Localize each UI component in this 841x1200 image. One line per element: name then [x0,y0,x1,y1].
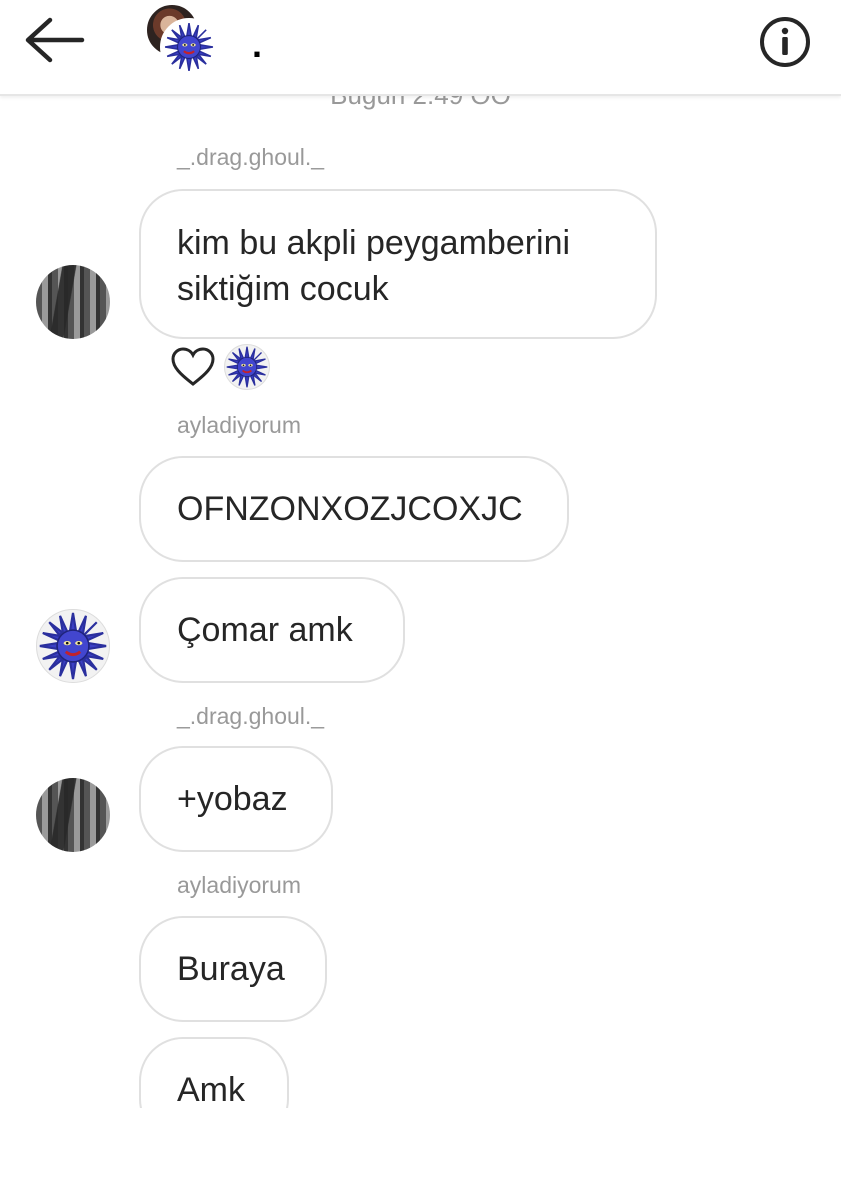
message-bubble[interactable]: Buraya [139,916,327,1022]
info-button[interactable] [757,14,813,70]
avatar[interactable] [36,265,110,339]
chat-header: . [0,0,841,96]
message-text-line: siktiğim cocuk [177,270,389,308]
message-text: Buraya [177,950,285,988]
message-bubble[interactable]: OFNZONXOZJCOXJC [139,456,569,562]
heart-icon[interactable] [170,346,216,388]
back-button[interactable] [20,12,88,68]
reaction-avatar [224,344,270,390]
sender-name: ayladiyorum [177,872,301,898]
sun-avatar [160,18,218,76]
arrow-left-icon [25,17,85,63]
sun-avatar[interactable] [36,609,110,683]
chat-title[interactable]: . [252,24,262,66]
message-text: OFNZONXOZJCOXJC [177,490,523,528]
message-bubble[interactable]: Çomar amk [139,577,405,683]
avatar[interactable] [36,778,110,852]
message-text: +yobaz [177,780,288,818]
sender-name: _.drag.ghoul._ [177,703,325,729]
message-text: Çomar amk [177,611,353,649]
message-text: Amk [177,1071,245,1108]
message-bubble[interactable]: Amk [139,1037,289,1108]
sender-name: ayladiyorum [177,412,301,438]
message-text-line: kim bu akpli peygamberini [177,224,571,262]
info-circle-icon [760,17,810,67]
message-bubble[interactable]: kim bu akpli peygamberini siktiğim cocuk [139,189,657,339]
group-avatar-stack[interactable] [140,0,230,80]
message-bubble[interactable]: +yobaz [139,746,333,852]
sender-name: _.drag.ghoul._ [177,144,325,170]
message-feed[interactable]: _.drag.ghoul._ kim bu akpli peygamberini… [0,96,841,1108]
